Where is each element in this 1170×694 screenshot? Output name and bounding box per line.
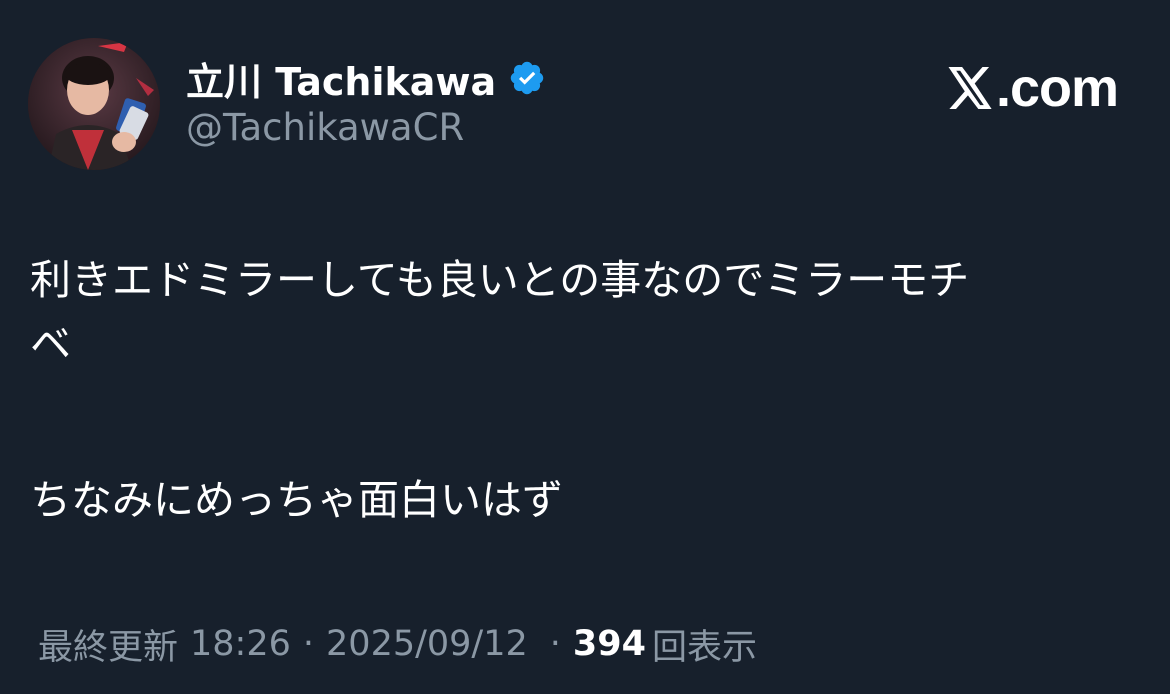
views-label: 回表示 (651, 627, 757, 668)
brand-domain: .com (995, 58, 1119, 118)
tweet-text: 利きエドミラーしても良いとの事なのでミラーモチ ベ ちなみにめっちゃ面白いはず (30, 248, 1140, 532)
x-logo-icon (946, 65, 994, 111)
tweet-card: 立川 Tachikawa @TachikawaCR .com 利きエドミラーして… (0, 0, 1170, 694)
author-row: 立川 Tachikawa (186, 50, 546, 106)
avatar[interactable] (28, 38, 160, 170)
display-name[interactable]: 立川 Tachikawa (186, 51, 496, 106)
brand-mark: .com (946, 56, 1119, 120)
tweet-line-1: 利きエドミラーしても良いとの事なのでミラーモチ (30, 256, 970, 304)
tweet-paragraph-gap (30, 376, 1140, 468)
tweet-meta: 最終更新 18:26 · 2025/09/12 · 394 回表示 (38, 618, 757, 670)
tweet-time[interactable]: 18:26 (190, 624, 291, 664)
tweet-line-2: ちなみにめっちゃ面白いはず (30, 476, 563, 524)
meta-separator: · (549, 624, 561, 664)
meta-separator: · (302, 624, 315, 664)
verified-badge-icon (508, 59, 546, 97)
updated-label: 最終更新 (38, 627, 179, 668)
avatar-image (28, 38, 160, 170)
tweet-line-1-wrap: ベ (30, 320, 71, 368)
tweet-date[interactable]: 2025/09/12 (326, 624, 528, 664)
views-count: 394 (572, 624, 646, 664)
author-handle[interactable]: @TachikawaCR (186, 106, 464, 149)
